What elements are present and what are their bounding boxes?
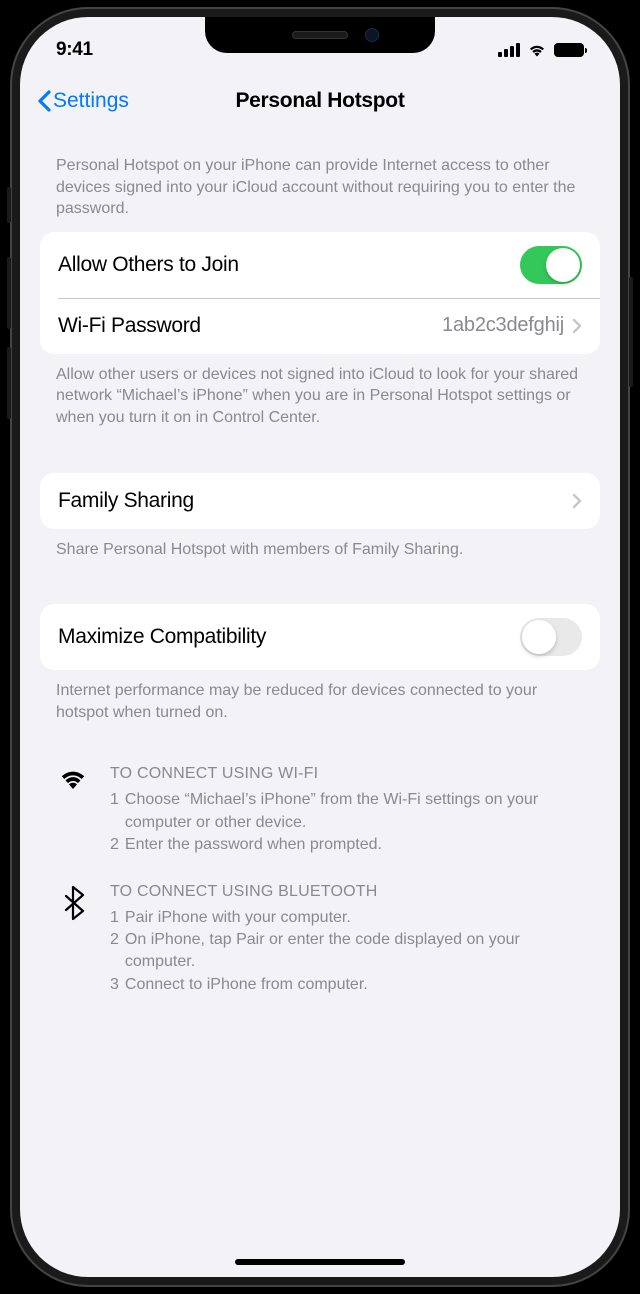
maximize-compat-toggle[interactable] [520, 618, 582, 656]
chevron-left-icon [36, 89, 52, 113]
bluetooth-icon [56, 883, 90, 997]
compat-note: Internet performance may be reduced for … [40, 670, 600, 735]
bluetooth-instructions: TO CONNECT USING BLUETOOTH 1Pair iPhone … [56, 883, 584, 997]
row-maximize-compat: Maximize Compatibility [40, 604, 600, 670]
wifi-icon [527, 43, 547, 57]
wifi-icon [56, 765, 90, 856]
row-wifi-password[interactable]: Wi-Fi Password 1ab2c3defghij [40, 298, 600, 354]
nav-bar: Settings Personal Hotspot [20, 73, 620, 129]
status-indicators [498, 33, 584, 57]
allow-others-toggle[interactable] [520, 246, 582, 284]
home-indicator[interactable] [235, 1259, 405, 1265]
intro-note: Personal Hotspot on your iPhone can prov… [40, 129, 600, 232]
maximize-compat-label: Maximize Compatibility [58, 625, 266, 649]
row-allow-others: Allow Others to Join [40, 232, 600, 298]
back-button[interactable]: Settings [36, 89, 129, 113]
bt-step-3: 3Connect to iPhone from computer. [110, 974, 584, 996]
group-compat: Maximize Compatibility [40, 604, 600, 670]
family-sharing-label: Family Sharing [58, 489, 194, 513]
bluetooth-header: TO CONNECT USING BLUETOOTH [110, 883, 584, 901]
wifi-password-value: 1ab2c3defghij [442, 314, 564, 337]
family-sharing-note: Share Personal Hotspot with members of F… [40, 529, 600, 573]
wifi-instructions: TO CONNECT USING WI-FI 1Choose “Michael’… [56, 765, 584, 856]
wifi-step-2: 2Enter the password when prompted. [110, 834, 584, 856]
wifi-header: TO CONNECT USING WI-FI [110, 765, 584, 783]
connection-instructions: TO CONNECT USING WI-FI 1Choose “Michael’… [40, 735, 600, 1032]
allow-others-label: Allow Others to Join [58, 253, 239, 277]
row-family-sharing[interactable]: Family Sharing [40, 473, 600, 529]
wifi-password-label: Wi-Fi Password [58, 314, 201, 338]
wifi-step-1: 1Choose “Michael’s iPhone” from the Wi-F… [110, 789, 584, 834]
page-title: Personal Hotspot [235, 89, 404, 113]
battery-icon [554, 43, 584, 57]
group-hotspot: Allow Others to Join Wi-Fi Password 1ab2… [40, 232, 600, 354]
bt-step-1: 1Pair iPhone with your computer. [110, 907, 584, 929]
cellular-icon [498, 43, 520, 57]
group-family-sharing: Family Sharing [40, 473, 600, 529]
chevron-right-icon [572, 318, 582, 334]
back-label: Settings [53, 89, 129, 113]
bt-step-2: 2On iPhone, tap Pair or enter the code d… [110, 929, 584, 974]
allow-others-note: Allow other users or devices not signed … [40, 354, 600, 441]
status-time: 9:41 [56, 29, 93, 61]
chevron-right-icon [572, 493, 582, 509]
